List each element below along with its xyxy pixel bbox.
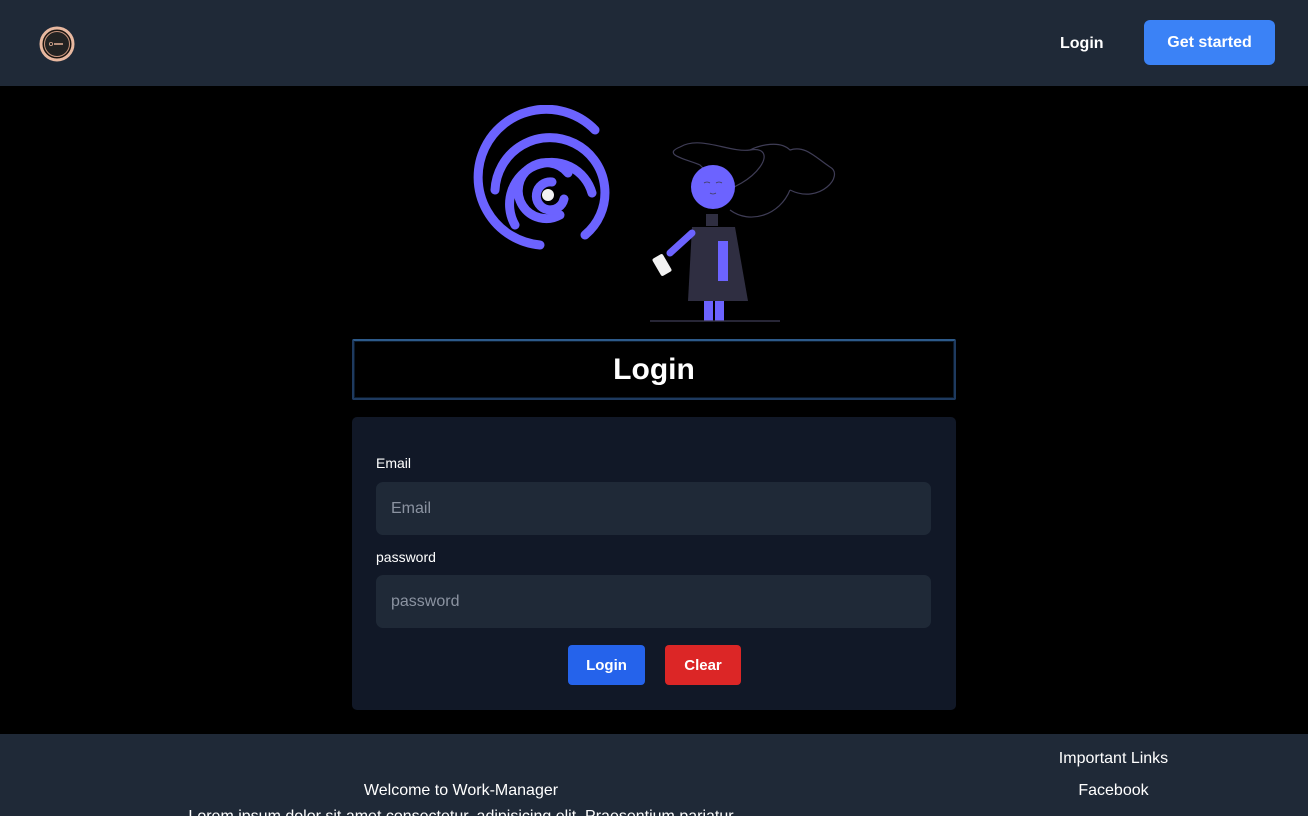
login-heading-box: Login <box>352 339 956 400</box>
footer-welcome-text: Welcome to Work-Manager <box>363 782 559 799</box>
person-head <box>691 165 735 209</box>
get-started-button[interactable]: Get started <box>1144 20 1275 65</box>
password-input[interactable] <box>376 575 931 628</box>
page-title: Login <box>613 353 695 386</box>
email-label: Email <box>376 455 412 471</box>
fingerprint-icon <box>473 105 610 250</box>
login-form: Email password Login Clear <box>352 417 956 710</box>
nav-login-link[interactable]: Login <box>1060 30 1104 58</box>
footer-description: Lorem ipsum dolor sit amet consectetur, … <box>0 808 922 816</box>
logo-icon[interactable] <box>38 25 76 63</box>
clear-button[interactable]: Clear <box>665 645 741 685</box>
footer-links-heading: Important Links <box>1058 750 1169 767</box>
fingerprint-person-illustration <box>473 105 836 322</box>
login-button[interactable]: Login <box>568 645 645 685</box>
footer: Welcome to Work-Manager Lorem ipsum dolo… <box>0 734 1308 816</box>
fingerprint-dot <box>542 189 554 201</box>
footer-link-facebook[interactable]: Facebook <box>1040 782 1187 800</box>
phone-icon <box>652 254 672 276</box>
email-input[interactable] <box>376 482 931 535</box>
top-navbar: Login Get started <box>0 0 1308 86</box>
password-label: password <box>376 549 436 565</box>
